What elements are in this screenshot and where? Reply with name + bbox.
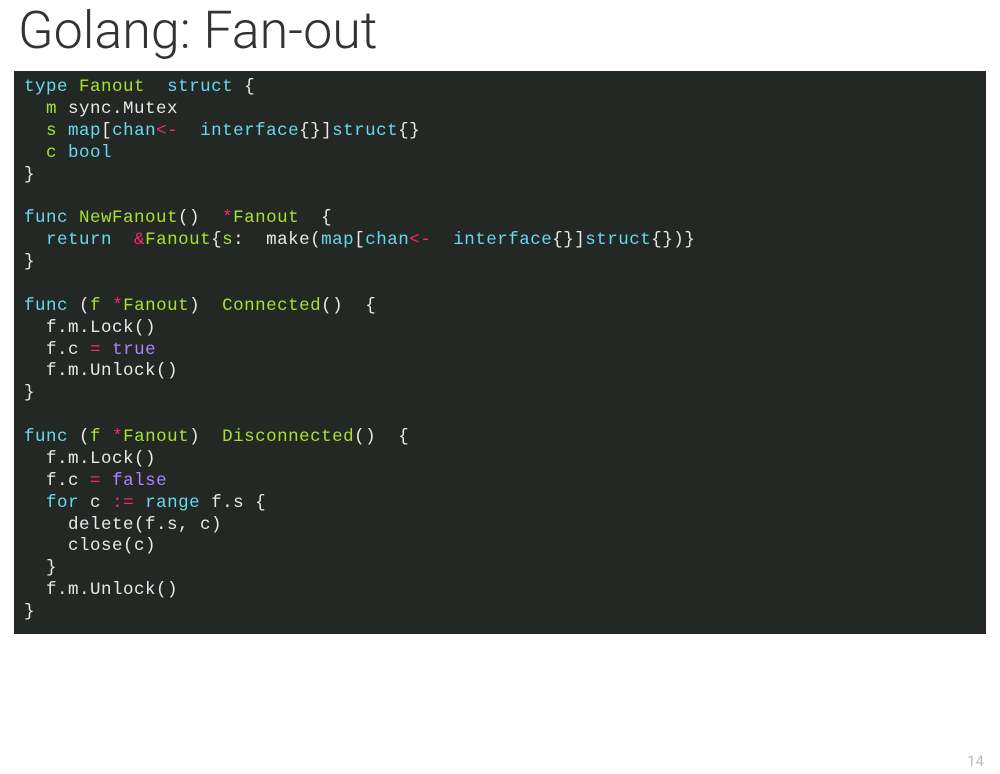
op-arrow: <- bbox=[156, 121, 178, 141]
stmt-unlock: f.m.Unlock() bbox=[46, 361, 178, 381]
lhs: f.c bbox=[46, 340, 79, 360]
paren: ( bbox=[310, 230, 321, 250]
colon: : bbox=[233, 230, 244, 250]
paren: ( bbox=[79, 427, 90, 447]
brace: { bbox=[211, 230, 222, 250]
op-assign: = bbox=[90, 471, 101, 491]
brace: { bbox=[244, 77, 255, 97]
stmt-delete: delete(f.s, c) bbox=[68, 515, 222, 535]
op-star: * bbox=[112, 427, 123, 447]
brace: { bbox=[365, 296, 376, 316]
kw-func: func bbox=[24, 427, 68, 447]
kw-interface: interface bbox=[453, 230, 552, 250]
ident-newfanout: NewFanout bbox=[79, 208, 178, 228]
paren: ) bbox=[189, 296, 200, 316]
ident-fanout: Fanout bbox=[79, 77, 145, 97]
kw-map: map bbox=[321, 230, 354, 250]
ret-type: Fanout bbox=[233, 208, 299, 228]
recv-f: f bbox=[90, 296, 101, 316]
brace: { bbox=[255, 493, 266, 513]
brace: { bbox=[398, 427, 409, 447]
brace-close: } bbox=[24, 383, 35, 403]
ident-fanout: Fanout bbox=[145, 230, 211, 250]
method-disconnected: Disconnected bbox=[222, 427, 354, 447]
stmt-unlock: f.m.Unlock() bbox=[46, 580, 178, 600]
field-s: s bbox=[222, 230, 233, 250]
recv-type: Fanout bbox=[123, 427, 189, 447]
kw-chan: chan bbox=[365, 230, 409, 250]
paren: ( bbox=[79, 296, 90, 316]
bracket: [ bbox=[101, 121, 112, 141]
op-decl: := bbox=[112, 493, 134, 513]
op-star: * bbox=[112, 296, 123, 316]
paren: ) bbox=[189, 427, 200, 447]
type-mutex: sync.Mutex bbox=[68, 99, 178, 119]
stmt-lock: f.m.Lock() bbox=[46, 318, 156, 338]
kw-type: type bbox=[24, 77, 68, 97]
kw-for: for bbox=[46, 493, 79, 513]
code-block: type Fanout struct { m sync.Mutex s map[… bbox=[14, 71, 986, 634]
const-false: false bbox=[112, 471, 167, 491]
kw-interface: interface bbox=[200, 121, 299, 141]
op-amp: & bbox=[134, 230, 145, 250]
slide-title: Golang: Fan-out bbox=[0, 0, 1000, 71]
op-arrow: <- bbox=[409, 230, 431, 250]
recv-f: f bbox=[90, 427, 101, 447]
lhs: f.c bbox=[46, 471, 79, 491]
type-bool: bool bbox=[68, 143, 112, 163]
kw-map: map bbox=[68, 121, 101, 141]
kw-return: return bbox=[46, 230, 112, 250]
op-assign: = bbox=[90, 340, 101, 360]
op-star: * bbox=[222, 208, 233, 228]
parens: () bbox=[321, 296, 343, 316]
brace-close: } bbox=[24, 602, 35, 622]
stmt-lock: f.m.Lock() bbox=[46, 449, 156, 469]
field-s: s bbox=[46, 121, 57, 141]
field-c: c bbox=[46, 143, 57, 163]
braces: {}] bbox=[552, 230, 585, 250]
bracket: [ bbox=[354, 230, 365, 250]
brace-close: } bbox=[24, 252, 35, 272]
page-number: 14 bbox=[967, 752, 984, 770]
field-m: m bbox=[46, 99, 57, 119]
kw-struct: struct bbox=[332, 121, 398, 141]
kw-chan: chan bbox=[112, 121, 156, 141]
var-c: c bbox=[90, 493, 101, 513]
kw-range: range bbox=[145, 493, 200, 513]
braces: {} bbox=[398, 121, 420, 141]
expr: f.s bbox=[211, 493, 244, 513]
const-true: true bbox=[112, 340, 156, 360]
kw-func: func bbox=[24, 296, 68, 316]
recv-type: Fanout bbox=[123, 296, 189, 316]
brace: { bbox=[321, 208, 332, 228]
brace-close: } bbox=[24, 165, 35, 185]
stmt-close: close(c) bbox=[68, 536, 156, 556]
braces: {})} bbox=[651, 230, 695, 250]
braces: {}] bbox=[299, 121, 332, 141]
call-make: make bbox=[266, 230, 310, 250]
kw-struct: struct bbox=[167, 77, 233, 97]
kw-func: func bbox=[24, 208, 68, 228]
method-connected: Connected bbox=[222, 296, 321, 316]
parens: () bbox=[354, 427, 376, 447]
brace-close: } bbox=[46, 558, 57, 578]
parens: () bbox=[178, 208, 200, 228]
kw-struct: struct bbox=[585, 230, 651, 250]
